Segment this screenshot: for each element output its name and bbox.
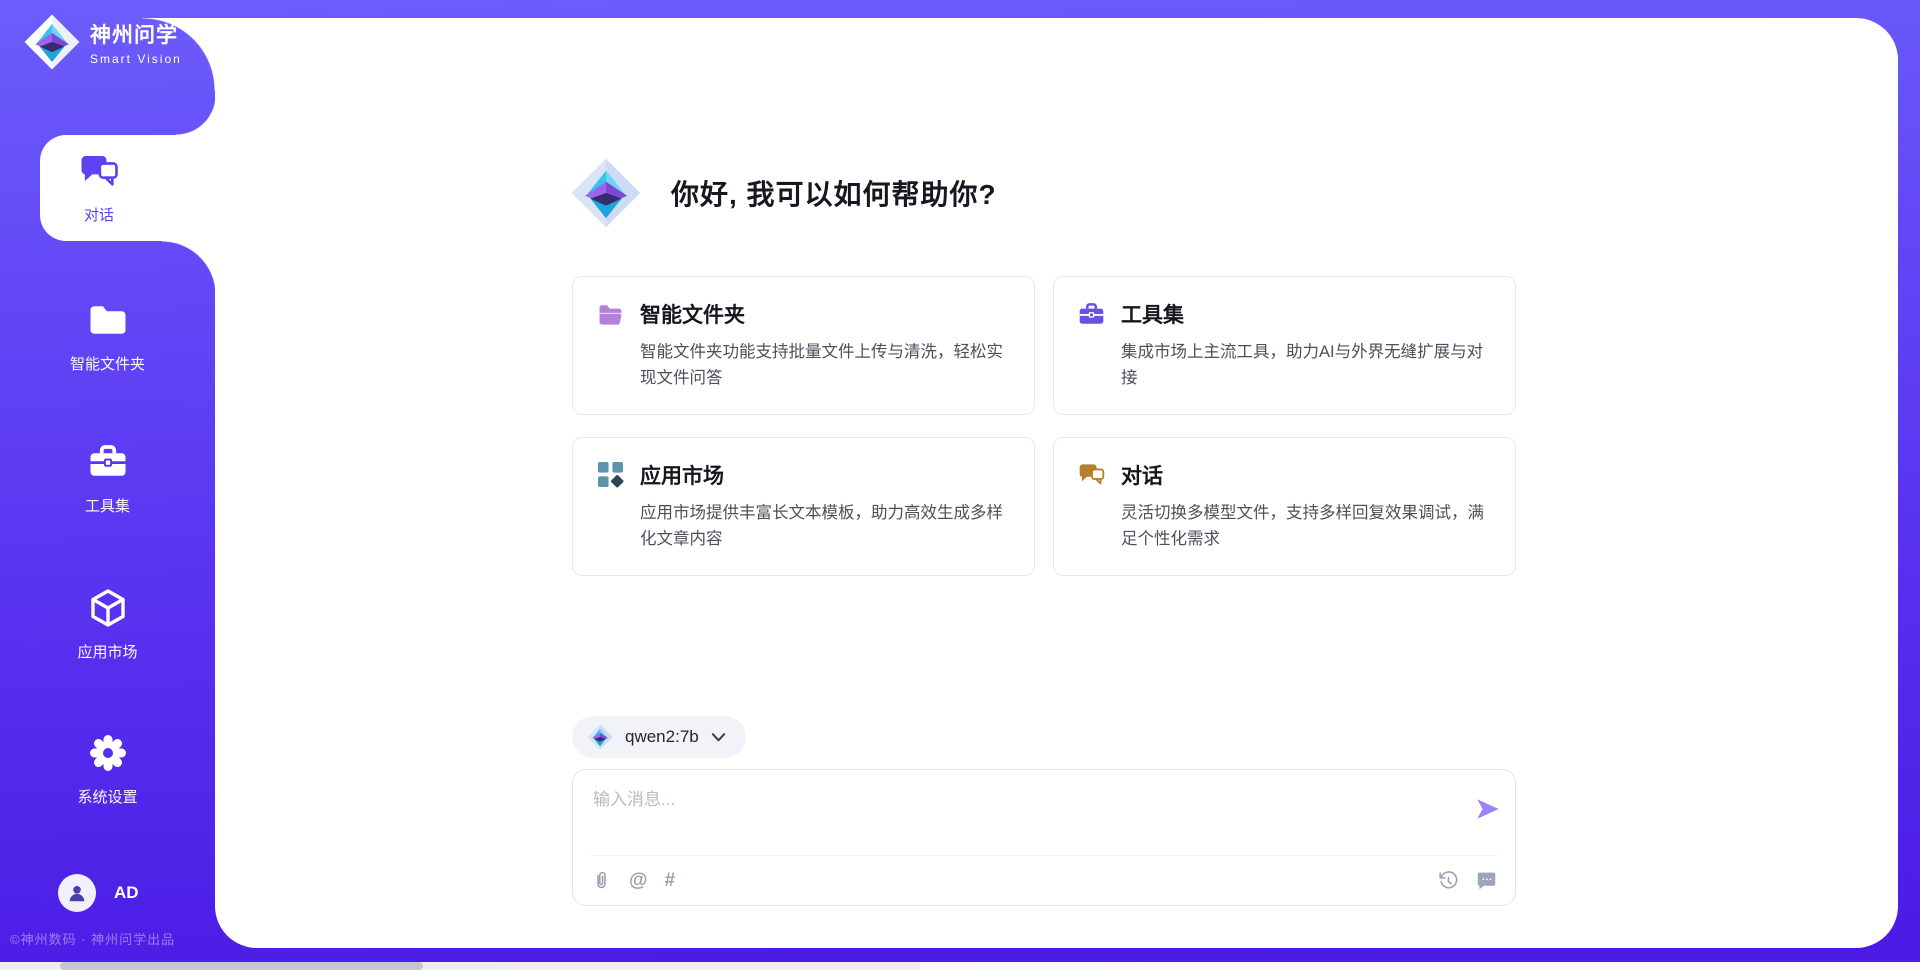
user-name: AD bbox=[114, 883, 139, 903]
card-description: 集成市场上主流工具，助力AI与外界无缝扩展与对接 bbox=[1121, 339, 1491, 392]
sidebar-item-chat[interactable]: 对话 bbox=[40, 135, 216, 241]
folder-icon bbox=[88, 300, 128, 340]
gear-icon bbox=[88, 733, 128, 773]
card-title: 智能文件夹 bbox=[640, 299, 745, 329]
brand-diamond-logo bbox=[24, 14, 80, 70]
sidebar-item-settings[interactable]: 系统设置 bbox=[0, 733, 215, 807]
card-title: 对话 bbox=[1121, 460, 1163, 490]
copyright-footer: ©神州数码 · 神州问学出品 bbox=[10, 929, 175, 948]
send-icon[interactable] bbox=[1474, 795, 1502, 823]
card-toolset[interactable]: 工具集 集成市场上主流工具，助力AI与外界无缝扩展与对接 bbox=[1053, 276, 1516, 415]
avatar bbox=[58, 874, 96, 912]
card-header: 工具集 bbox=[1078, 299, 1491, 329]
cube-icon bbox=[88, 588, 128, 628]
folder-icon bbox=[597, 301, 624, 328]
message-icon[interactable] bbox=[1476, 870, 1497, 891]
app-root: { "brand": { "name": "神州问学", "subtitle":… bbox=[0, 0, 1920, 970]
card-description: 智能文件夹功能支持批量文件上传与清洗，轻松实现文件问答 bbox=[640, 339, 1010, 392]
sidebar-item-label: 工具集 bbox=[0, 495, 215, 516]
card-title: 应用市场 bbox=[640, 460, 724, 490]
scrollbar-track bbox=[920, 962, 1920, 970]
sidebar-item-app-market[interactable]: 应用市场 bbox=[0, 588, 215, 662]
toolbox-icon bbox=[1078, 301, 1105, 328]
card-header: 对话 bbox=[1078, 460, 1491, 490]
main-panel: 你好, 我可以如何帮助你? 智能文件夹 智能文件夹功能支持批量文件上传与清洗，轻… bbox=[215, 18, 1898, 948]
assistant-diamond-logo bbox=[571, 158, 641, 228]
model-diamond-logo bbox=[587, 724, 613, 750]
card-description: 应用市场提供丰富长文本模板，助力高效生成多样化文章内容 bbox=[640, 500, 1010, 553]
horizontal-scrollbar bbox=[0, 962, 1920, 970]
mention-icon[interactable]: @ bbox=[629, 871, 648, 890]
card-header: 应用市场 bbox=[597, 460, 1010, 490]
sidebar-item-smart-folder[interactable]: 智能文件夹 bbox=[0, 300, 215, 374]
chat-icon bbox=[1078, 461, 1105, 488]
brand-text: 神州问学 Smart Vision bbox=[90, 19, 182, 66]
brand: 神州问学 Smart Vision bbox=[24, 14, 182, 70]
model-name: qwen2:7b bbox=[625, 727, 699, 747]
apps-grid-icon bbox=[597, 461, 624, 488]
user-profile[interactable]: AD bbox=[58, 874, 139, 912]
toolbox-icon bbox=[88, 442, 128, 482]
model-selector[interactable]: qwen2:7b bbox=[572, 716, 746, 758]
card-app-market[interactable]: 应用市场 应用市场提供丰富长文本模板，助力高效生成多样化文章内容 bbox=[572, 437, 1035, 576]
message-composer: @ # bbox=[572, 769, 1516, 906]
topic-icon[interactable]: # bbox=[665, 871, 676, 890]
sidebar-item-toolset[interactable]: 工具集 bbox=[0, 442, 215, 516]
greeting: 你好, 我可以如何帮助你? bbox=[571, 158, 997, 228]
feature-cards: 智能文件夹 智能文件夹功能支持批量文件上传与清洗，轻松实现文件问答 工具集 集成… bbox=[572, 276, 1516, 576]
sidebar-item-label: 系统设置 bbox=[0, 786, 215, 807]
person-icon bbox=[66, 882, 88, 904]
card-description: 灵活切换多模型文件，支持多样回复效果调试，满足个性化需求 bbox=[1121, 500, 1491, 553]
sidebar-item-label: 智能文件夹 bbox=[0, 353, 215, 374]
sidebar-item-label: 应用市场 bbox=[0, 641, 215, 662]
card-smart-folder[interactable]: 智能文件夹 智能文件夹功能支持批量文件上传与清洗，轻松实现文件问答 bbox=[572, 276, 1035, 415]
brand-name: 神州问学 bbox=[90, 19, 182, 49]
chat-icon bbox=[79, 151, 119, 191]
toolbar-left: @ # bbox=[591, 870, 675, 891]
sidebar-item-label: 对话 bbox=[84, 204, 114, 225]
history-icon[interactable] bbox=[1438, 870, 1459, 891]
message-input[interactable] bbox=[593, 785, 1453, 847]
scrollbar-thumb[interactable] bbox=[60, 962, 423, 970]
chevron-down-icon bbox=[711, 731, 726, 743]
attachment-icon[interactable] bbox=[591, 870, 612, 891]
composer-toolbar: @ # bbox=[591, 855, 1497, 905]
card-title: 工具集 bbox=[1121, 299, 1184, 329]
card-header: 智能文件夹 bbox=[597, 299, 1010, 329]
greeting-title: 你好, 我可以如何帮助你? bbox=[671, 173, 997, 213]
toolbar-right bbox=[1438, 870, 1497, 891]
card-chat[interactable]: 对话 灵活切换多模型文件，支持多样回复效果调试，满足个性化需求 bbox=[1053, 437, 1516, 576]
brand-subtitle: Smart Vision bbox=[90, 52, 182, 66]
